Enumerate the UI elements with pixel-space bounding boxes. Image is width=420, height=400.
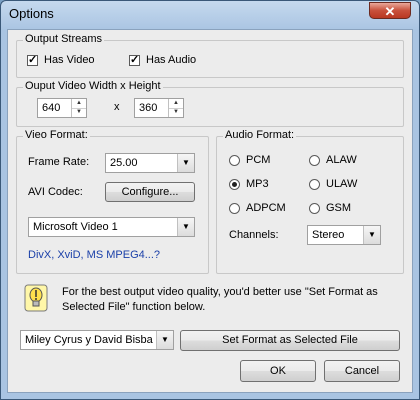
mp3-label: MP3 [246,178,269,190]
adpcm-label: ADPCM [246,202,286,214]
alaw-label: ALAW [326,154,357,166]
mp3-radio[interactable] [229,179,240,190]
ok-button[interactable]: OK [240,360,316,382]
audio-format-group: Audio Format: PCM ALAW MP3 ULAW ADPCM GS… [216,129,404,274]
has-audio-checkbox[interactable]: ✓ [129,55,140,66]
chevron-down-icon: ▼ [177,218,194,236]
adpcm-radio[interactable] [229,203,240,214]
height-spinner[interactable]: 360 ▲ ▼ [134,98,184,118]
close-button[interactable]: ✕ [369,2,411,19]
audio-format-label: Audio Format: [223,129,297,141]
file-select[interactable]: Miley Cyrus y David Bisba ▼ [20,330,174,350]
has-video-checkbox[interactable]: ✓ [27,55,38,66]
lightbulb-icon [24,284,48,312]
tip-line-1: For the best output video quality, you'd… [62,286,378,298]
window-title: Options [9,6,54,21]
channels-label: Channels: [229,229,279,241]
cancel-button[interactable]: Cancel [324,360,400,382]
ulaw-radio[interactable] [309,179,320,190]
tip-line-2: Selected File" function below. [62,301,206,313]
video-format-label: Vieo Format: [23,129,90,141]
options-dialog: Options ✕ Output Streams ✓ Has Video ✓ H… [0,0,420,400]
dialog-body: Output Streams ✓ Has Video ✓ Has Audio O… [7,29,413,393]
gsm-radio[interactable] [309,203,320,214]
chevron-down-icon: ▼ [177,154,194,172]
set-format-button[interactable]: Set Format as Selected File [180,330,400,351]
chevron-down-icon: ▼ [156,331,173,349]
video-size-group: Ouput Video Width x Height 640 ▲ ▼ x 360… [16,80,404,127]
output-streams-group: Output Streams ✓ Has Video ✓ Has Audio [16,33,404,78]
frame-rate-label: Frame Rate: [28,156,90,168]
width-value: 640 [42,102,61,114]
file-select-value: Miley Cyrus y David Bisba [25,334,153,346]
frame-rate-value: 25.00 [110,157,138,169]
width-spinner[interactable]: 640 ▲ ▼ [37,98,87,118]
width-down-arrow-icon[interactable]: ▼ [72,108,86,117]
video-format-group: Vieo Format: Frame Rate: 25.00 ▼ AVI Cod… [16,129,209,274]
configure-button[interactable]: Configure... [105,182,195,202]
ulaw-label: ULAW [326,178,358,190]
channels-select[interactable]: Stereo ▼ [307,225,381,245]
video-size-label: Ouput Video Width x Height [23,80,163,92]
alaw-radio[interactable] [309,155,320,166]
has-video-label: Has Video [44,54,95,66]
channels-value: Stereo [312,229,345,241]
has-audio-label: Has Audio [146,54,197,66]
codec-select[interactable]: Microsoft Video 1 ▼ [28,217,195,237]
title-bar[interactable]: Options ✕ [1,1,419,27]
height-down-arrow-icon[interactable]: ▼ [169,108,183,117]
height-value: 360 [139,102,158,114]
output-streams-label: Output Streams [23,33,105,45]
chevron-down-icon: ▼ [363,226,380,244]
codec-help-link[interactable]: DivX, XviD, MS MPEG4...? [28,249,160,261]
codec-value: Microsoft Video 1 [33,221,118,233]
gsm-label: GSM [326,202,352,214]
pcm-radio[interactable] [229,155,240,166]
pcm-label: PCM [246,154,271,166]
avi-codec-label: AVI Codec: [28,186,83,198]
frame-rate-select[interactable]: 25.00 ▼ [105,153,195,173]
size-separator: x [114,101,120,113]
